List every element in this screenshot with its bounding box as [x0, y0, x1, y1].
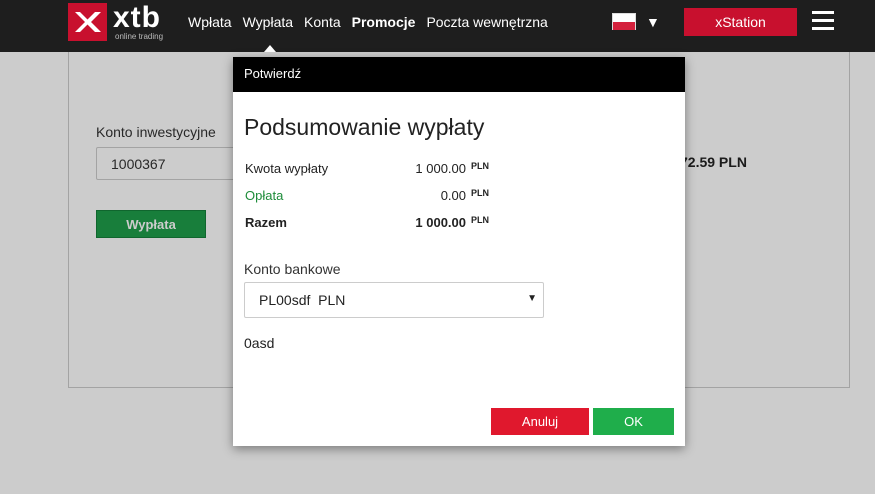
total-value: 1 000.00 — [415, 215, 466, 230]
active-nav-indicator — [264, 45, 276, 52]
ok-button[interactable]: OK — [593, 408, 674, 435]
total-label: Razem — [245, 215, 287, 230]
summary-row-total: Razem 1 000.00 PLN — [245, 215, 489, 231]
nav-item-internal-mail[interactable]: Poczta wewnętrzna — [426, 14, 547, 30]
xtb-logo[interactable]: xtb online trading — [68, 1, 178, 43]
confirm-dialog: Potwierdź Podsumowanie wypłaty Kwota wyp… — [233, 57, 685, 446]
bank-account-select[interactable]: PL00sdf PLN ▼ — [244, 282, 544, 318]
fee-label: Opłata — [245, 188, 284, 203]
bank-account-note: 0asd — [244, 335, 275, 351]
hamburger-menu-icon[interactable] — [812, 11, 834, 31]
total-currency: PLN — [471, 215, 489, 225]
nav-item-withdrawal[interactable]: Wypłata — [243, 14, 293, 30]
dialog-header: Potwierdź — [233, 57, 685, 92]
logo-wordmark: xtb — [113, 1, 161, 34]
nav-item-promotions[interactable]: Promocje — [352, 14, 416, 30]
main-nav: Wpłata Wypłata Konta Promocje Poczta wew… — [188, 14, 559, 30]
nav-item-deposit[interactable]: Wpłata — [188, 14, 232, 30]
nav-item-accounts[interactable]: Konta — [304, 14, 341, 30]
summary-row-fee: Opłata 0.00 PLN — [245, 188, 489, 204]
language-dropdown-caret-icon[interactable]: ▼ — [646, 14, 660, 30]
bank-account-label: Konto bankowe — [244, 261, 341, 277]
bank-account-selected-value: PL00sdf PLN — [259, 292, 346, 308]
fee-value: 0.00 — [440, 188, 466, 203]
amount-value: 1 000.00 — [415, 161, 466, 176]
polish-flag-icon[interactable] — [612, 13, 636, 30]
summary-row-amount: Kwota wypłaty 1 000.00 PLN — [245, 161, 489, 177]
dialog-title: Podsumowanie wypłaty — [244, 114, 485, 140]
top-navigation-bar: xtb online trading Wpłata Wypłata Konta … — [0, 0, 875, 52]
cancel-button[interactable]: Anuluj — [491, 408, 589, 435]
amount-currency: PLN — [471, 161, 489, 171]
xstation-button[interactable]: xStation — [684, 8, 797, 36]
select-caret-icon: ▼ — [527, 293, 537, 304]
fee-currency: PLN — [471, 188, 489, 198]
amount-label: Kwota wypłaty — [245, 161, 329, 176]
logo-tagline: online trading — [115, 32, 164, 41]
logo-x-icon — [68, 3, 107, 41]
